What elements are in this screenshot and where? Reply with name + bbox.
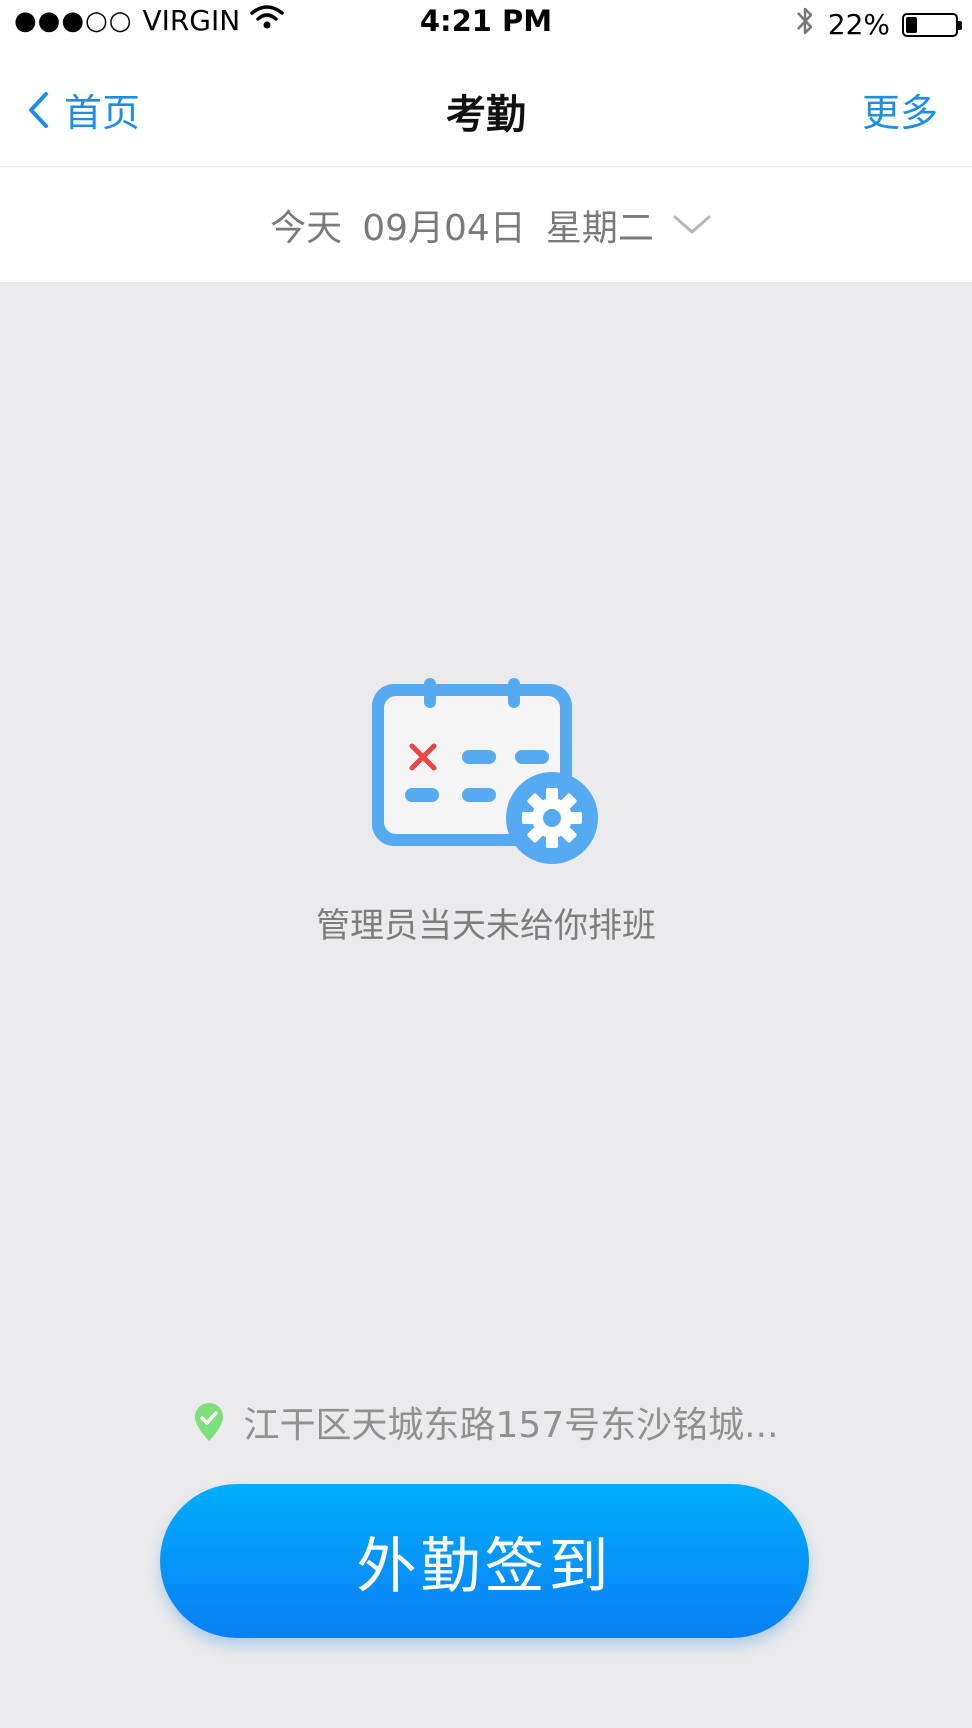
more-button[interactable]: 更多: [862, 82, 938, 137]
location-pin-icon: [195, 1403, 224, 1441]
chevron-down-icon: [673, 215, 711, 234]
bluetooth-icon: [794, 4, 816, 45]
battery-icon: [902, 12, 962, 37]
current-location: 江干区天城东路157号东沙铭城...: [0, 1396, 972, 1448]
battery-percent: 22%: [827, 8, 890, 41]
date-day-label: 今天: [270, 208, 343, 249]
navigation-bar: 首页 考勤 更多: [0, 44, 972, 167]
status-right: 22%: [794, 4, 962, 45]
page-title: 考勤: [446, 92, 526, 138]
location-address: 江干区天城东路157号东沙铭城...: [243, 1405, 779, 1446]
date-selector: 今天 09月04日 星期二: [0, 167, 972, 282]
calendar-settings-icon: [372, 678, 598, 864]
date-picker-toggle[interactable]: 今天 09月04日 星期二: [0, 199, 972, 251]
status-bar: ●●●○○ VIRGIN 4:21 PM 22%: [0, 0, 972, 44]
date-weekday: 星期二: [545, 208, 654, 249]
date-value: 09月04日: [362, 208, 526, 249]
empty-state-message: 管理员当天未给你排班: [316, 906, 656, 946]
field-checkin-button[interactable]: 外勤签到: [160, 1484, 809, 1638]
battery-level: [906, 16, 917, 33]
